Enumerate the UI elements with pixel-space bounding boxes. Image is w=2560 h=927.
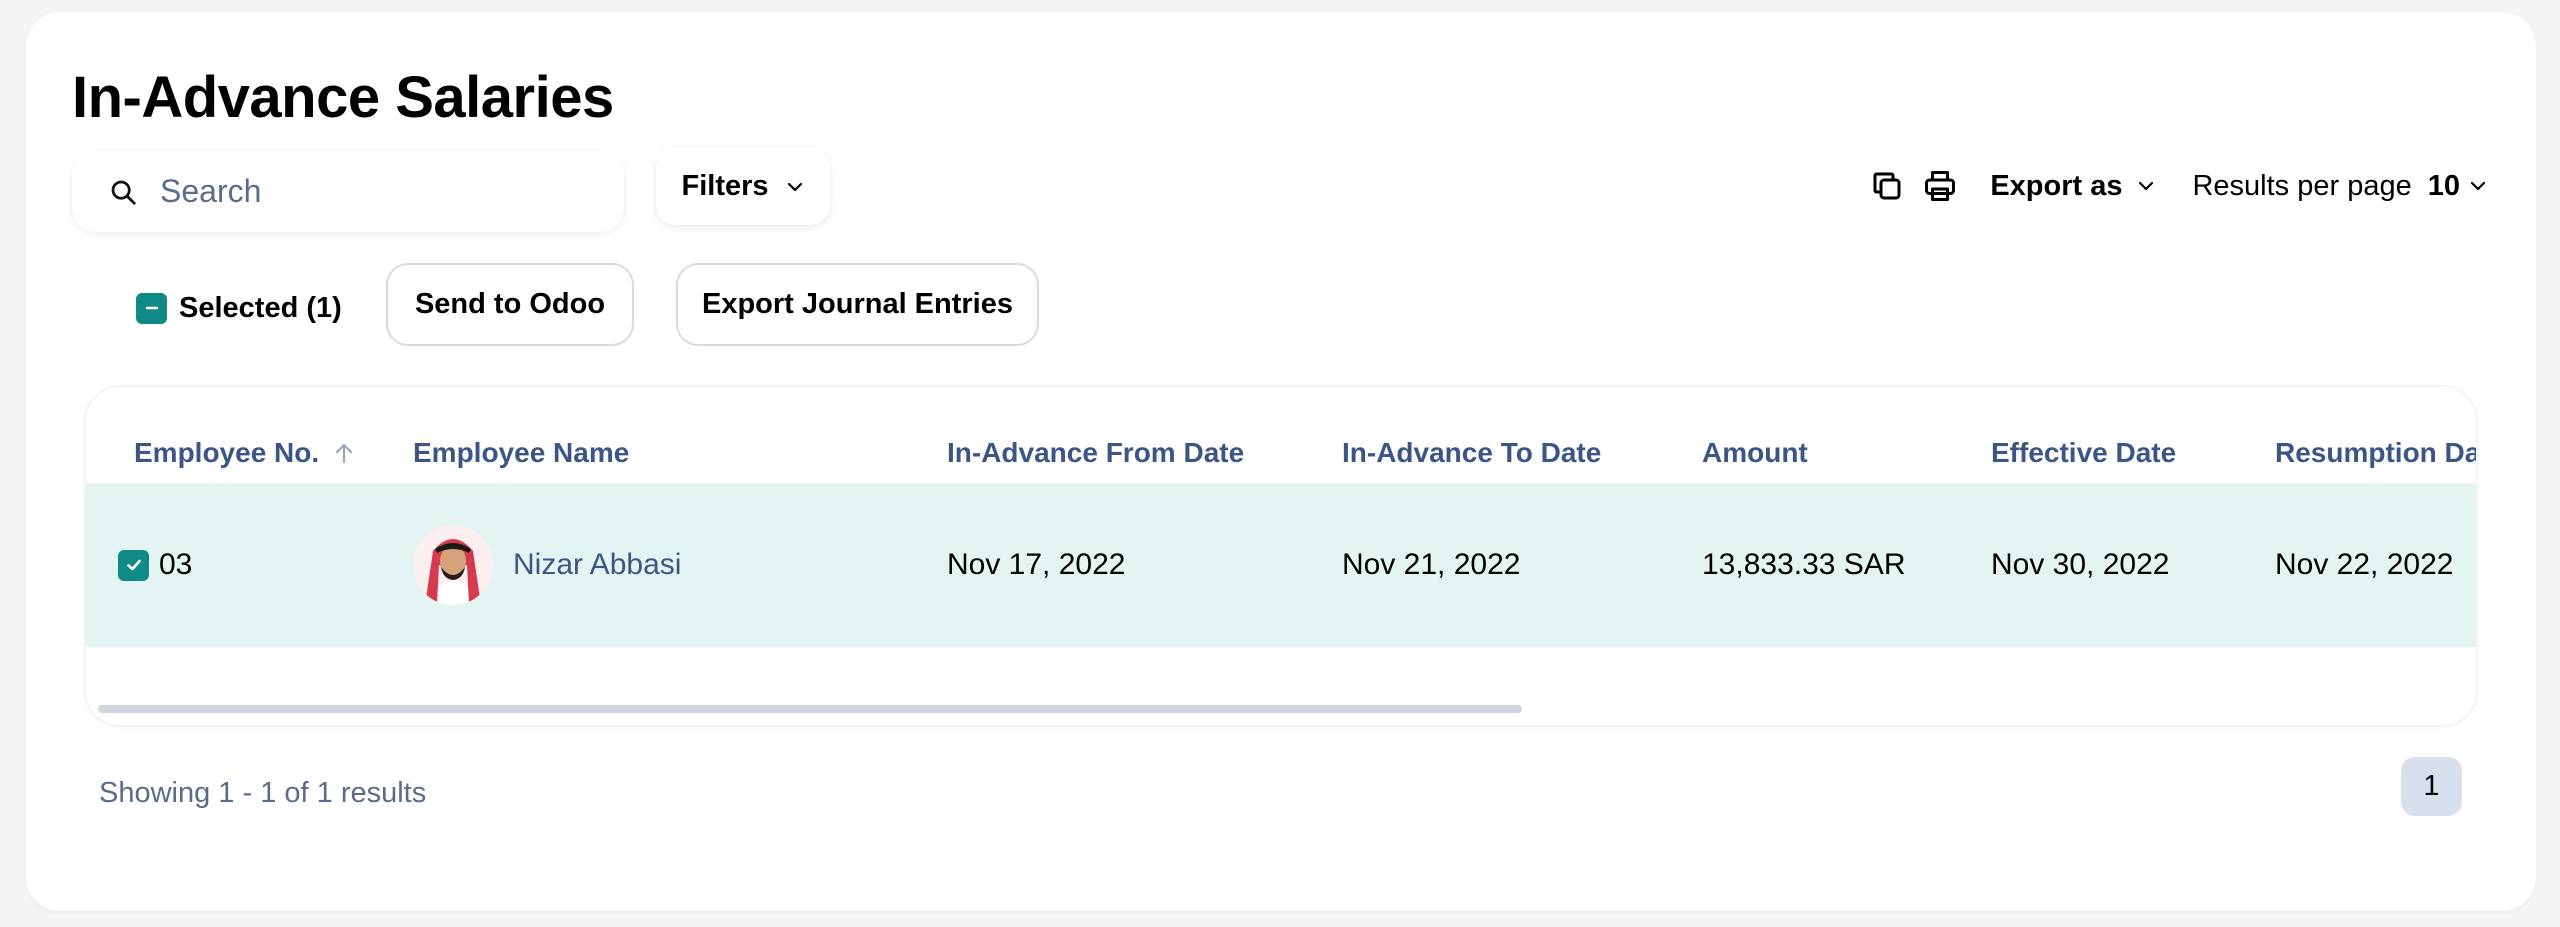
column-label: In-Advance From Date (947, 437, 1245, 468)
selected-count-label: Selected (1) (179, 291, 342, 324)
column-header-to-date[interactable]: In-Advance To Date (1342, 437, 1601, 469)
chevron-down-icon (787, 182, 802, 191)
filters-button[interactable]: Filters (656, 148, 830, 225)
resumption-date: Nov 22, 2022 (2275, 548, 2454, 581)
column-label: Resumption Da (2275, 437, 2476, 468)
chevron-down-icon (2139, 181, 2154, 191)
filters-label: Filters (681, 170, 769, 202)
send-to-odoo-button[interactable]: Send to Odoo (386, 263, 634, 346)
export-journal-entries-label: Export Journal Entries (701, 288, 1013, 320)
page-title: In-Advance Salaries (72, 65, 614, 130)
cell-resumption-date: Nov 22, 2022 (2275, 483, 2453, 647)
copy-icon[interactable] (1869, 168, 1905, 204)
cell-effective-date: Nov 30, 2022 (1991, 483, 2169, 647)
cell-employee-name: Nizar Abbasi (413, 483, 681, 647)
column-label: Employee Name (413, 437, 630, 468)
export-journal-entries-button[interactable]: Export Journal Entries (676, 263, 1039, 346)
column-header-resumption-date[interactable]: Resumption Da (2275, 437, 2476, 469)
column-header-amount[interactable]: Amount (1702, 437, 1808, 469)
table-toolbar: Export as Results per page 10 (1852, 160, 2488, 212)
column-header-from-date[interactable]: In-Advance From Date (947, 437, 1244, 469)
column-label: Employee No. (134, 437, 320, 468)
bulk-selection: Selected (1) (136, 290, 342, 326)
select-all-checkbox[interactable] (136, 292, 167, 324)
search-input[interactable] (160, 173, 580, 210)
cell-employee-no: 03 (118, 483, 192, 647)
effective-date: Nov 30, 2022 (1991, 548, 2170, 581)
column-label: Amount (1702, 437, 1808, 468)
horizontal-scrollbar[interactable] (98, 705, 1522, 713)
check-icon (126, 559, 141, 571)
amount: 13,833.33 SAR (1702, 548, 1906, 581)
employee-no: 03 (159, 548, 193, 581)
row-checkbox[interactable] (118, 549, 149, 581)
printer-icon[interactable] (1922, 168, 1958, 204)
chevron-down-icon (2470, 181, 2486, 191)
results-per-page-select[interactable]: 10 (2428, 170, 2488, 203)
data-table: Employee No. Employee Name In-Advance Fr… (86, 387, 2476, 725)
table-row[interactable]: 03 Nizar Abbasi Nov 17, 2022 Nov 21, 202… (86, 483, 2476, 647)
results-summary: Showing 1 - 1 of 1 results (99, 777, 427, 809)
results-per-page-label: Results per page (2192, 169, 2412, 202)
pagination-page-1[interactable]: 1 (2401, 757, 2462, 816)
employee-name[interactable]: Nizar Abbasi (513, 548, 681, 582)
column-label: Effective Date (1991, 437, 2177, 468)
results-per-page-value: 10 (2427, 169, 2460, 202)
column-header-employee-name[interactable]: Employee Name (413, 437, 629, 469)
send-to-odoo-label: Send to Odoo (414, 288, 606, 320)
arrow-up-icon[interactable] (333, 441, 355, 465)
cell-from-date: Nov 17, 2022 (947, 483, 1125, 647)
search-box[interactable] (72, 151, 624, 232)
minus-icon (145, 306, 158, 310)
from-date: Nov 17, 2022 (947, 548, 1126, 581)
export-as-dropdown[interactable]: Export as (1990, 170, 2156, 203)
column-label: In-Advance To Date (1342, 437, 1602, 468)
to-date: Nov 21, 2022 (1342, 548, 1521, 581)
avatar (413, 525, 493, 605)
cell-amount: 13,833.33 SAR (1702, 483, 1905, 647)
export-as-label: Export as (1990, 169, 2123, 202)
column-header-employee-no[interactable]: Employee No. (134, 437, 355, 469)
cell-to-date: Nov 21, 2022 (1342, 483, 1520, 647)
search-icon (111, 180, 136, 205)
column-header-effective-date[interactable]: Effective Date (1991, 437, 2176, 469)
